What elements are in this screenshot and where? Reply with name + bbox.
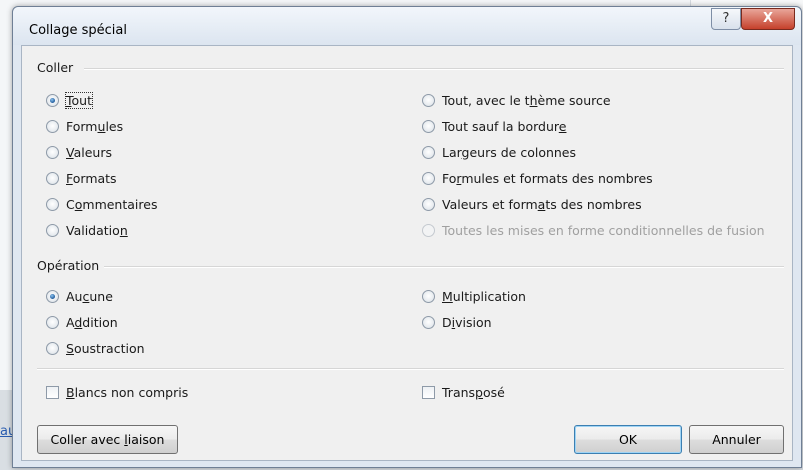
radio-paste-formats[interactable]: Formats (46, 169, 117, 187)
radio-paste-comments[interactable]: Commentaires (46, 195, 157, 213)
radio-label: Aucune (66, 288, 113, 304)
radio-label: Valeurs et formats des nombres (442, 196, 642, 212)
radio-button-icon (422, 171, 435, 185)
checkbox-icon (422, 385, 435, 399)
paste-special-dialog: Collage spécial ? X Coller Tout Formules… (12, 6, 802, 468)
radio-label: Valeurs (66, 144, 112, 160)
radio-label: Validation (66, 222, 128, 238)
radio-paste-values-number-formats[interactable]: Valeurs et formats des nombres (422, 195, 642, 213)
paste-group-divider (84, 68, 784, 70)
radio-label: Tout sauf la bordure (442, 118, 567, 134)
checkbox-transpose[interactable]: Transposé (422, 383, 505, 401)
radio-label: Tout (65, 91, 93, 109)
radio-button-icon (46, 145, 59, 159)
checkbox-label: Transposé (442, 384, 505, 400)
radio-paste-all-source-theme[interactable]: Tout, avec le thème source (422, 91, 611, 109)
radio-label: Multiplication (442, 288, 526, 304)
radio-button-icon (46, 341, 59, 355)
checkbox-label: Blancs non compris (66, 384, 189, 400)
paste-link-button[interactable]: Coller avec liaison (37, 425, 178, 454)
radio-operation-add[interactable]: Addition (46, 313, 118, 331)
radio-label: Tout, avec le thème source (442, 92, 611, 108)
radio-paste-column-widths[interactable]: Largeurs de colonnes (422, 143, 576, 161)
radio-paste-all[interactable]: Tout (46, 91, 93, 109)
radio-label: Formules et formats des nombres (442, 170, 653, 186)
radio-paste-all-except-borders[interactable]: Tout sauf la bordure (422, 117, 566, 135)
operation-group-divider (104, 266, 784, 268)
radio-label: Division (442, 314, 492, 330)
operation-group-label: Opération (37, 258, 100, 273)
ok-button[interactable]: OK (574, 425, 682, 454)
radio-label: Addition (66, 314, 118, 330)
checkbox-divider (37, 368, 784, 370)
radio-button-icon (46, 197, 59, 211)
radio-button-icon (422, 197, 435, 211)
cancel-button[interactable]: Annuler (689, 425, 784, 454)
radio-paste-formulas[interactable]: Formules (46, 117, 123, 135)
paste-group-label: Coller (37, 60, 74, 75)
radio-button-icon (46, 223, 59, 237)
radio-operation-none[interactable]: Aucune (46, 287, 113, 305)
radio-paste-validation[interactable]: Validation (46, 221, 128, 239)
radio-operation-multiply[interactable]: Multiplication (422, 287, 526, 305)
title-bar[interactable]: Collage spécial ? X (13, 7, 801, 45)
radio-button-icon (422, 93, 435, 107)
radio-paste-merge-conditional-formats: Toutes les mises en forme conditionnelle… (422, 221, 765, 239)
radio-label: Largeurs de colonnes (442, 144, 577, 160)
radio-operation-subtract[interactable]: Soustraction (46, 339, 145, 357)
radio-label: Commentaires (66, 196, 158, 212)
radio-button-icon (422, 289, 435, 303)
radio-label: Soustraction (66, 340, 145, 356)
radio-paste-formulas-number-formats[interactable]: Formules et formats des nombres (422, 169, 653, 187)
radio-button-icon (46, 93, 59, 107)
radio-button-icon (422, 315, 435, 329)
dialog-body: Coller Tout Formules Valeurs Formats Com… (21, 45, 793, 461)
radio-label: Formats (66, 170, 117, 186)
help-button[interactable]: ? (711, 8, 741, 30)
close-button[interactable]: X (741, 8, 795, 30)
radio-button-icon (422, 145, 435, 159)
dialog-title: Collage spécial (29, 23, 127, 38)
radio-button-icon (46, 315, 59, 329)
radio-button-icon (46, 171, 59, 185)
radio-operation-divide[interactable]: Division (422, 313, 492, 331)
radio-label: Formules (66, 118, 124, 134)
radio-label: Toutes les mises en forme conditionnelle… (442, 222, 765, 238)
radio-button-icon (422, 119, 435, 133)
radio-button-icon (46, 289, 59, 303)
radio-paste-values[interactable]: Valeurs (46, 143, 112, 161)
radio-button-icon (422, 223, 435, 237)
checkbox-icon (46, 385, 59, 399)
radio-button-icon (46, 119, 59, 133)
checkbox-skip-blanks[interactable]: Blancs non compris (46, 383, 188, 401)
